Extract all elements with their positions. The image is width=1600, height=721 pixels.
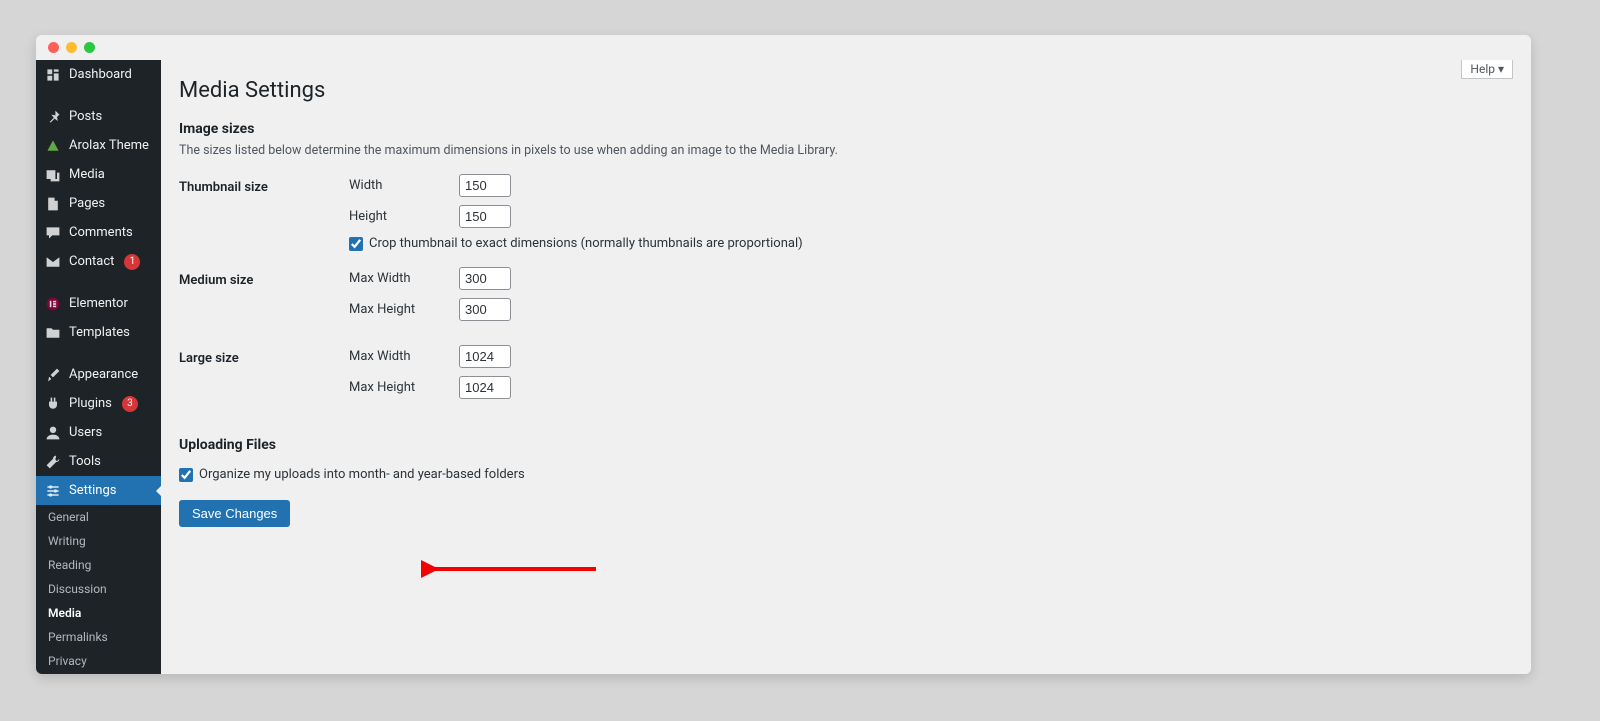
organize-uploads-row[interactable]: Organize my uploads into month- and year… [179,467,1513,482]
sidebar-item-label: Arolax Theme [69,138,149,153]
sidebar-item-label: Contact [69,254,114,269]
window-titlebar [36,35,1531,60]
sidebar-sub-discussion[interactable]: Discussion [36,577,161,601]
thumbnail-crop-checkbox[interactable] [349,237,363,251]
medium-maxh-input[interactable] [459,298,511,321]
sidebar-item-pages[interactable]: Pages [36,189,161,218]
sidebar-item-label: Tools [69,454,101,469]
medium-maxw-label: Max Width [349,271,449,286]
large-maxh-label: Max Height [349,380,449,395]
sliders-icon [44,482,61,499]
form-table: Thumbnail size Width Height Crop thum [179,172,1513,421]
plug-icon [44,395,61,412]
sidebar-item-label: Pages [69,196,105,211]
dashboard-icon [44,66,61,83]
image-sizes-heading: Image sizes [179,121,1513,137]
sidebar-item-label: Elementor [69,296,128,311]
close-window-icon[interactable] [48,42,59,53]
uploading-heading: Uploading Files [179,437,1513,453]
brush-icon [44,366,61,383]
sidebar-item-tools[interactable]: Tools [36,447,161,476]
wrench-icon [44,453,61,470]
media-icon [44,166,61,183]
sidebar-item-label: Appearance [69,367,138,382]
sidebar-sub-permalinks[interactable]: Permalinks [36,625,161,649]
sidebar-item-label: Posts [69,109,102,124]
sidebar-sub-media[interactable]: Media [36,601,161,625]
large-maxw-label: Max Width [349,349,449,364]
sidebar-item-dashboard[interactable]: Dashboard [36,60,161,89]
admin-sidebar: Dashboard Posts Arolax Theme Media Pages… [36,60,161,674]
sidebar-item-label: Dashboard [69,67,132,82]
save-changes-button[interactable]: Save Changes [179,500,290,527]
elementor-icon [44,295,61,312]
mail-icon [44,253,61,270]
sidebar-item-posts[interactable]: Posts [36,102,161,131]
sidebar-sub-general[interactable]: General [36,505,161,529]
organize-uploads-checkbox[interactable] [179,468,193,482]
large-size-label: Large size [179,343,349,421]
sidebar-item-media[interactable]: Media [36,160,161,189]
sidebar-item-templates[interactable]: Templates [36,318,161,347]
comments-icon [44,224,61,241]
thumbnail-width-input[interactable] [459,174,511,197]
sidebar-item-contact[interactable]: Contact 1 [36,247,161,276]
browser-window: Dashboard Posts Arolax Theme Media Pages… [36,35,1531,674]
annotation-arrow-icon [421,559,601,579]
sidebar-item-comments[interactable]: Comments [36,218,161,247]
page-title: Media Settings [179,60,1513,105]
main-content: Help ▾ Media Settings Image sizes The si… [161,60,1531,674]
medium-size-label: Medium size [179,265,349,343]
sidebar-item-users[interactable]: Users [36,418,161,447]
image-sizes-description: The sizes listed below determine the max… [179,143,1513,158]
thumbnail-crop-label: Crop thumbnail to exact dimensions (norm… [369,236,803,251]
sidebar-item-appearance[interactable]: Appearance [36,360,161,389]
medium-maxw-input[interactable] [459,267,511,290]
thumbnail-crop-row[interactable]: Crop thumbnail to exact dimensions (norm… [349,236,1513,251]
maximize-window-icon[interactable] [84,42,95,53]
pin-icon [44,108,61,125]
sidebar-sub-privacy[interactable]: Privacy [36,649,161,673]
sidebar-sub-writing[interactable]: Writing [36,529,161,553]
sidebar-sub-reading[interactable]: Reading [36,553,161,577]
sidebar-item-arolax[interactable]: Arolax Theme [36,131,161,160]
page-icon [44,195,61,212]
large-maxh-input[interactable] [459,376,511,399]
theme-icon [44,137,61,154]
user-icon [44,424,61,441]
organize-uploads-label: Organize my uploads into month- and year… [199,467,525,482]
thumbnail-height-label: Height [349,209,449,224]
wp-admin: Dashboard Posts Arolax Theme Media Pages… [36,60,1531,674]
sidebar-item-label: Media [69,167,105,182]
folder-icon [44,324,61,341]
medium-maxh-label: Max Height [349,302,449,317]
sidebar-item-elementor[interactable]: Elementor [36,289,161,318]
thumbnail-width-label: Width [349,178,449,193]
contact-badge: 1 [124,254,140,270]
sidebar-item-label: Templates [69,325,130,340]
large-maxw-input[interactable] [459,345,511,368]
minimize-window-icon[interactable] [66,42,77,53]
sidebar-item-plugins[interactable]: Plugins 3 [36,389,161,418]
sidebar-item-label: Comments [69,225,133,240]
plugins-badge: 3 [122,396,138,412]
sidebar-item-settings[interactable]: Settings [36,476,161,505]
sidebar-item-label: Users [69,425,102,440]
sidebar-item-label: Settings [69,483,116,498]
sidebar-item-label: Plugins [69,396,112,411]
help-tab[interactable]: Help ▾ [1461,60,1513,79]
thumbnail-size-label: Thumbnail size [179,172,349,265]
thumbnail-height-input[interactable] [459,205,511,228]
